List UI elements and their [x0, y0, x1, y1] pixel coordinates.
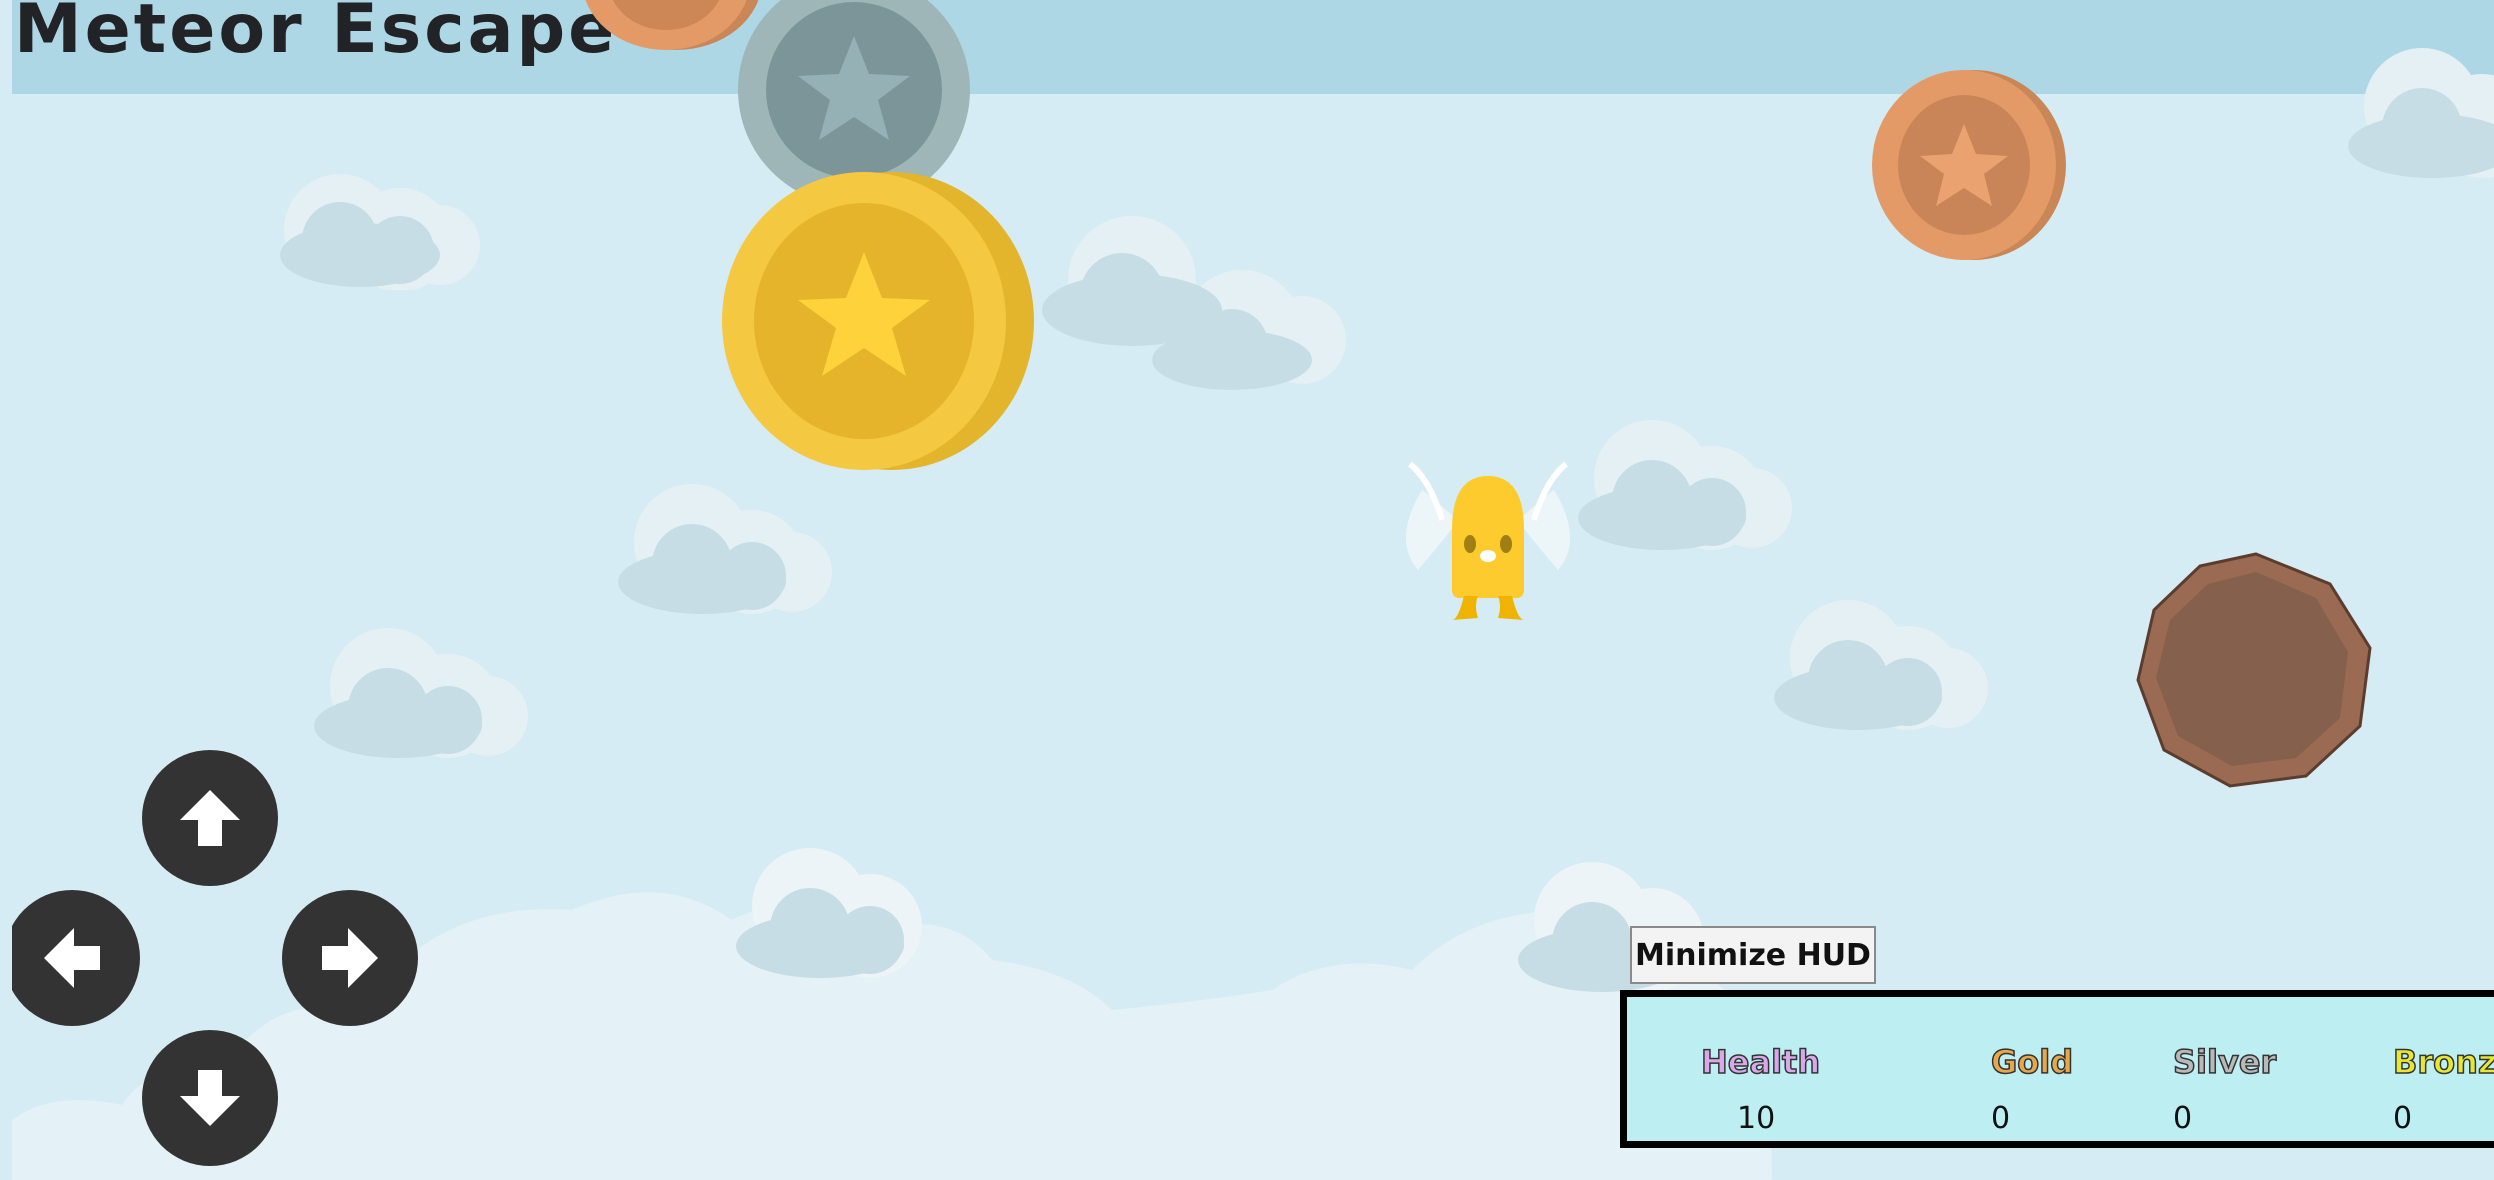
- minimize-hud-button[interactable]: Minimize HUD: [1630, 926, 1876, 984]
- hud-bronze-value: 0: [2393, 1101, 2413, 1136]
- gold-coin: [722, 172, 1034, 470]
- move-down-button[interactable]: [142, 1030, 278, 1166]
- cloud: [1042, 216, 1346, 390]
- arrow-down-icon: [180, 1070, 240, 1126]
- arrow-right-icon: [322, 928, 378, 988]
- hud-silver-label: Silver: [2172, 1042, 2277, 1082]
- hud-gold-value: 0: [1991, 1101, 2011, 1136]
- move-up-button[interactable]: [142, 750, 278, 886]
- bronze-coin: [1872, 70, 2066, 260]
- player-character: [1405, 461, 1571, 620]
- move-right-button[interactable]: [282, 890, 418, 1026]
- hud-health-label: Health: [1700, 1042, 1821, 1082]
- hud-silver-value: 0: [2173, 1101, 2193, 1136]
- bronze-coin: [585, 0, 759, 50]
- arrow-up-icon: [180, 790, 240, 846]
- arrow-left-icon: [44, 928, 100, 988]
- hud-gold-label: Gold: [1990, 1042, 2074, 1082]
- cloud: [2348, 48, 2494, 178]
- cloud: [314, 628, 528, 758]
- cloud: [1774, 600, 1988, 730]
- hud-health-value: 10: [1737, 1101, 1776, 1136]
- cloud: [1578, 420, 1792, 550]
- cloud: [618, 484, 832, 614]
- hud-bronze-label: Bronze: [2392, 1042, 2494, 1082]
- meteor: [2136, 552, 2372, 788]
- hud-panel: Health 10 Gold 0 Silver 0 Bronze 0: [1620, 990, 2494, 1148]
- game-title: Meteor Escape: [14, 0, 618, 69]
- cloud: [280, 174, 480, 290]
- cloud: [736, 848, 922, 978]
